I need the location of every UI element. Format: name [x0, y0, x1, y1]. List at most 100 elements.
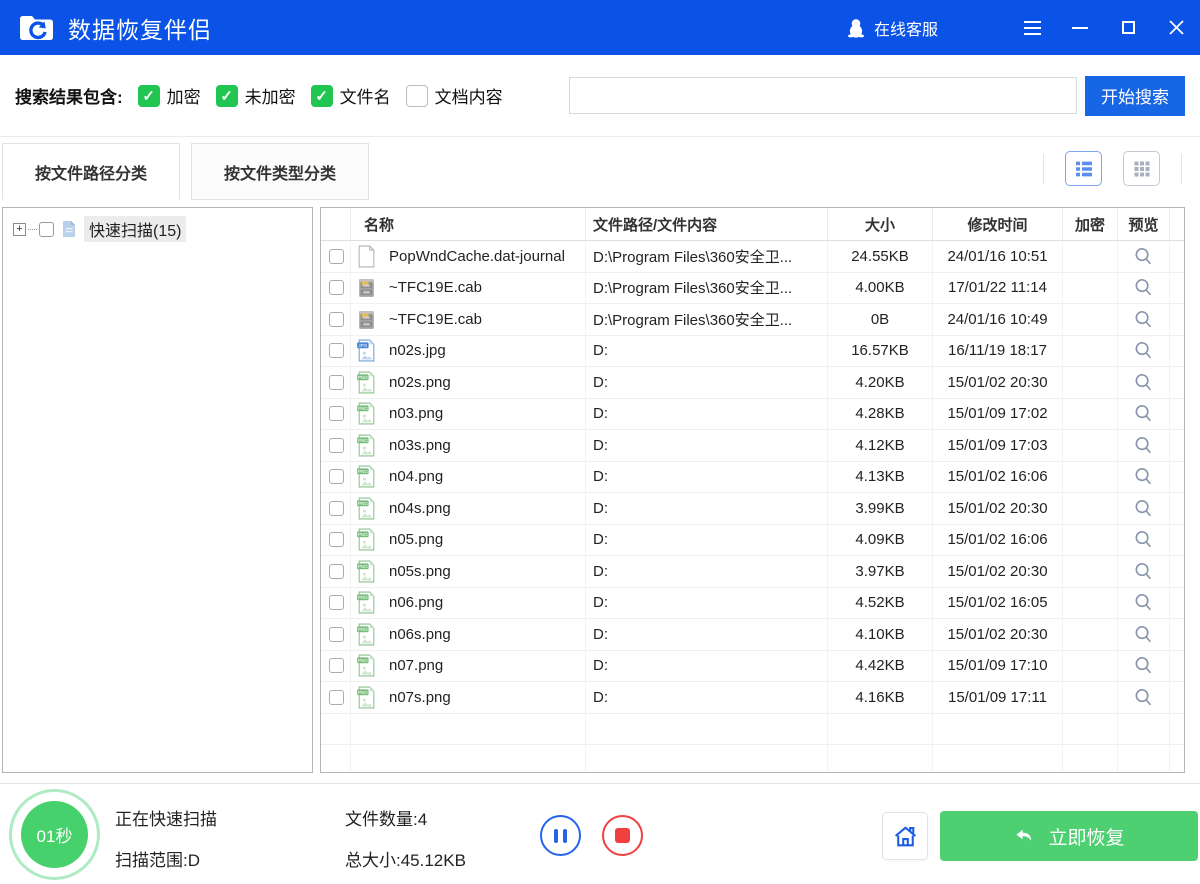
maximize-button[interactable]	[1104, 0, 1152, 55]
row-checkbox[interactable]	[329, 438, 344, 453]
home-button[interactable]	[882, 812, 928, 860]
row-checkbox[interactable]	[329, 564, 344, 579]
table-row[interactable]: JPGn02s.jpgD:16.57KB16/11/19 18:17	[321, 336, 1184, 368]
search-filter[interactable]: 文档内容	[406, 83, 503, 108]
filter-label: 未加密	[245, 83, 296, 108]
row-checkbox[interactable]	[329, 469, 344, 484]
file-time: 15/01/02 16:05	[933, 588, 1063, 619]
row-checkbox[interactable]	[329, 343, 344, 358]
file-path: D:	[586, 619, 828, 650]
column-header-time[interactable]: 修改时间	[933, 208, 1063, 240]
file-type-icon	[351, 304, 381, 335]
column-header-size[interactable]: 大小	[828, 208, 933, 240]
minimize-button[interactable]	[1056, 0, 1104, 55]
checkbox-checked-icon[interactable]: ✓	[138, 85, 160, 107]
column-header-preview[interactable]: 预览	[1118, 208, 1170, 240]
row-checkbox[interactable]	[329, 658, 344, 673]
preview-button[interactable]	[1118, 462, 1170, 493]
table-row[interactable]: PNGn03.pngD:4.28KB15/01/09 17:02	[321, 399, 1184, 431]
file-encrypted	[1063, 745, 1118, 773]
preview-button[interactable]	[1118, 651, 1170, 682]
column-header-path[interactable]: 文件路径/文件内容	[586, 208, 828, 240]
tab-by-file-type[interactable]: 按文件类型分类	[191, 143, 369, 200]
row-checkbox[interactable]	[329, 627, 344, 642]
row-spacer	[1170, 493, 1184, 524]
checkbox-checked-icon[interactable]: ✓	[311, 85, 333, 107]
stop-button[interactable]	[602, 815, 643, 856]
row-checkbox[interactable]	[329, 406, 344, 421]
tab-by-file-path[interactable]: 按文件路径分类	[2, 143, 180, 200]
preview-button[interactable]	[1118, 430, 1170, 461]
tree-connector	[28, 229, 37, 230]
close-button[interactable]	[1152, 0, 1200, 55]
search-filter[interactable]: ✓加密	[138, 83, 201, 108]
preview-button[interactable]	[1118, 493, 1170, 524]
search-input[interactable]	[569, 77, 1077, 114]
preview-button[interactable]	[1118, 336, 1170, 367]
filter-label: 文档内容	[435, 83, 503, 108]
tree-checkbox[interactable]	[39, 222, 54, 237]
row-checkbox[interactable]	[329, 280, 344, 295]
tree-expander-icon[interactable]: +	[13, 223, 26, 236]
preview-button[interactable]	[1118, 525, 1170, 556]
table-row[interactable]: PNGn04.pngD:4.13KB15/01/02 16:06	[321, 462, 1184, 494]
row-checkbox[interactable]	[329, 532, 344, 547]
table-row[interactable]: PNGn03s.pngD:4.12KB15/01/09 17:03	[321, 430, 1184, 462]
start-search-button[interactable]: 开始搜索	[1085, 76, 1185, 116]
row-checkbox[interactable]	[329, 375, 344, 390]
row-checkbox[interactable]	[329, 249, 344, 264]
table-row[interactable]: PNGn06s.pngD:4.10KB15/01/02 20:30	[321, 619, 1184, 651]
file-table-panel: 名称 文件路径/文件内容 大小 修改时间 加密 预览 PopWndCache.d…	[320, 207, 1185, 773]
preview-button[interactable]	[1118, 273, 1170, 304]
recover-now-button[interactable]: 立即恢复	[940, 811, 1198, 861]
file-time: 16/11/19 18:17	[933, 336, 1063, 367]
table-row[interactable]: ~TFC19E.cabD:\Program Files\360安全卫...4.0…	[321, 273, 1184, 305]
file-path: D:	[586, 682, 828, 713]
column-header-name[interactable]: 名称	[351, 208, 586, 240]
table-row[interactable]	[321, 714, 1184, 746]
preview-button[interactable]	[1118, 399, 1170, 430]
search-filter[interactable]: ✓文件名	[311, 83, 391, 108]
row-checkbox[interactable]	[329, 312, 344, 327]
file-type-icon: PNG	[351, 399, 381, 430]
preview-button[interactable]	[1118, 241, 1170, 272]
preview-button[interactable]	[1118, 588, 1170, 619]
table-row[interactable]: PNGn07s.pngD:4.16KB15/01/09 17:11	[321, 682, 1184, 714]
table-row[interactable]: PopWndCache.dat-journalD:\Program Files\…	[321, 241, 1184, 273]
checkbox-unchecked-icon[interactable]	[406, 85, 428, 107]
list-view-button[interactable]	[1065, 151, 1102, 186]
preview-button[interactable]	[1118, 619, 1170, 650]
row-checkbox[interactable]	[329, 501, 344, 516]
preview-button[interactable]	[1118, 556, 1170, 587]
grid-view-button[interactable]	[1123, 151, 1160, 186]
preview-button[interactable]	[1118, 367, 1170, 398]
checkbox-checked-icon[interactable]: ✓	[216, 85, 238, 107]
preview-magnifier-icon	[1133, 277, 1154, 298]
table-row[interactable]: ~TFC19E.cabD:\Program Files\360安全卫...0B2…	[321, 304, 1184, 336]
menu-button[interactable]	[1008, 0, 1056, 55]
preview-button[interactable]	[1118, 682, 1170, 713]
file-type-icon: PNG	[351, 525, 381, 556]
table-row[interactable]: PNGn02s.pngD:4.20KB15/01/02 20:30	[321, 367, 1184, 399]
search-filter[interactable]: ✓ 未加密	[216, 83, 296, 108]
table-row[interactable]: PNGn07.pngD:4.42KB15/01/09 17:10	[321, 651, 1184, 683]
table-row[interactable]: PNGn05.pngD:4.09KB15/01/02 16:06	[321, 525, 1184, 557]
home-icon	[892, 823, 919, 850]
table-row[interactable]: PNGn05s.pngD:3.97KB15/01/02 20:30	[321, 556, 1184, 588]
grid-view-icon	[1130, 157, 1154, 181]
row-checkbox[interactable]	[329, 690, 344, 705]
preview-button[interactable]	[1118, 304, 1170, 335]
file-encrypted	[1063, 367, 1118, 398]
row-checkbox[interactable]	[329, 595, 344, 610]
pause-button[interactable]	[540, 815, 581, 856]
column-header-encrypted[interactable]: 加密	[1063, 208, 1118, 240]
file-path: D:	[586, 399, 828, 430]
table-row[interactable]: PNGn04s.pngD:3.99KB15/01/02 20:30	[321, 493, 1184, 525]
table-row[interactable]: PNGn06.pngD:4.52KB15/01/02 16:05	[321, 588, 1184, 620]
tree-item-quick-scan[interactable]: + 快速扫描(15)	[13, 216, 312, 242]
online-service-button[interactable]: 在线客服	[847, 16, 938, 40]
row-spacer	[1170, 399, 1184, 430]
row-select-cell	[321, 273, 351, 304]
file-size: 4.00KB	[828, 273, 933, 304]
table-row[interactable]	[321, 745, 1184, 773]
